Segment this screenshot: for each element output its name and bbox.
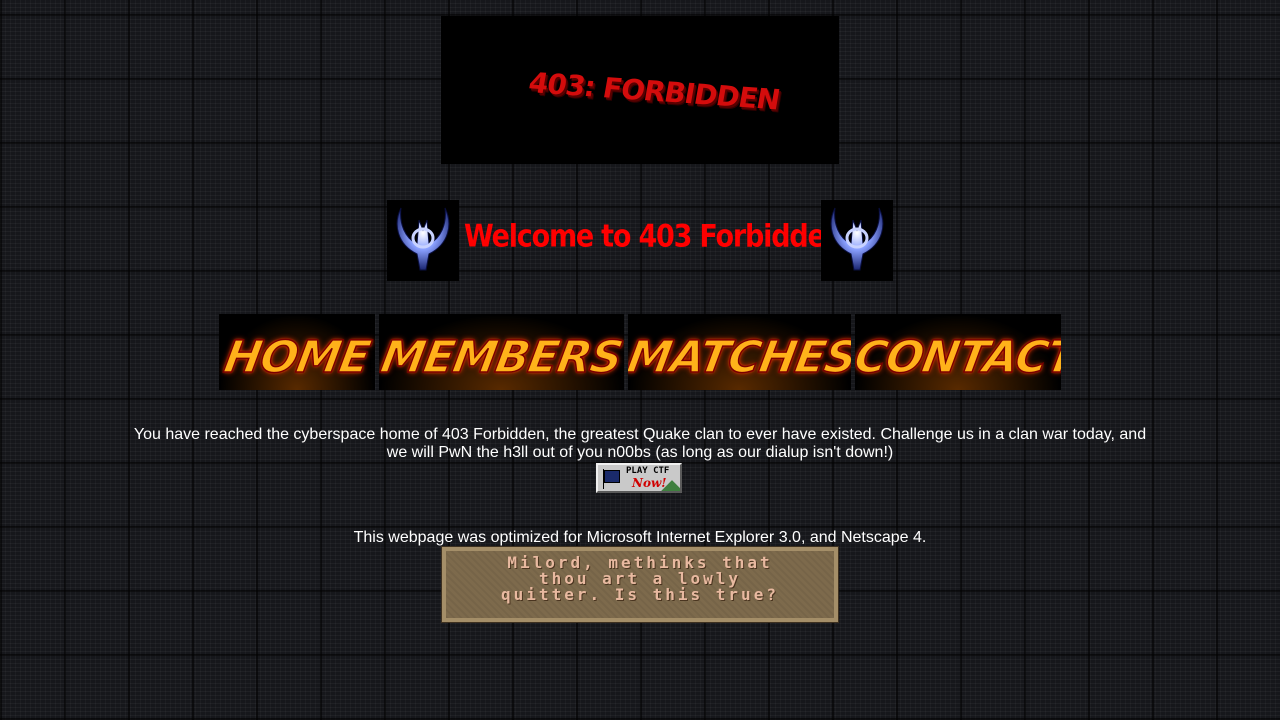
- nav-home-label: HOME: [220, 331, 375, 384]
- nav-members-button[interactable]: MEMBERS: [379, 314, 624, 390]
- intro-text: You have reached the cyberspace home of …: [133, 426, 1147, 461]
- nav-contact-label: CONTACT: [855, 331, 1061, 384]
- nav-contact-button[interactable]: CONTACT: [855, 314, 1061, 390]
- nav-matches-label: MATCHES: [628, 331, 851, 384]
- welcome-heading: Welcome to 403 Forbidden: [464, 218, 844, 255]
- nav-matches-button[interactable]: MATCHES: [628, 314, 851, 390]
- nav-members-label: MEMBERS: [379, 331, 624, 384]
- play-ctf-badge[interactable]: PLAY CTF Now!: [596, 463, 682, 493]
- banner-title: 403: FORBIDDEN: [526, 66, 782, 117]
- ctf-badge-line1: PLAY CTF: [626, 466, 670, 476]
- quit-message-box: Milord, methinks that thou art a lowly q…: [441, 546, 839, 623]
- nav-home-button[interactable]: HOME: [219, 314, 375, 390]
- flag-icon: [604, 470, 620, 483]
- quit-message-text: Milord, methinks that thou art a lowly q…: [501, 553, 779, 604]
- quake-logo-icon: [387, 200, 459, 281]
- banner: 403: FORBIDDEN: [441, 16, 839, 164]
- ctf-badge-line2: Now!: [632, 476, 667, 490]
- browser-note: This webpage was optimized for Microsoft…: [353, 529, 927, 546]
- quake-logo-icon: [821, 200, 893, 281]
